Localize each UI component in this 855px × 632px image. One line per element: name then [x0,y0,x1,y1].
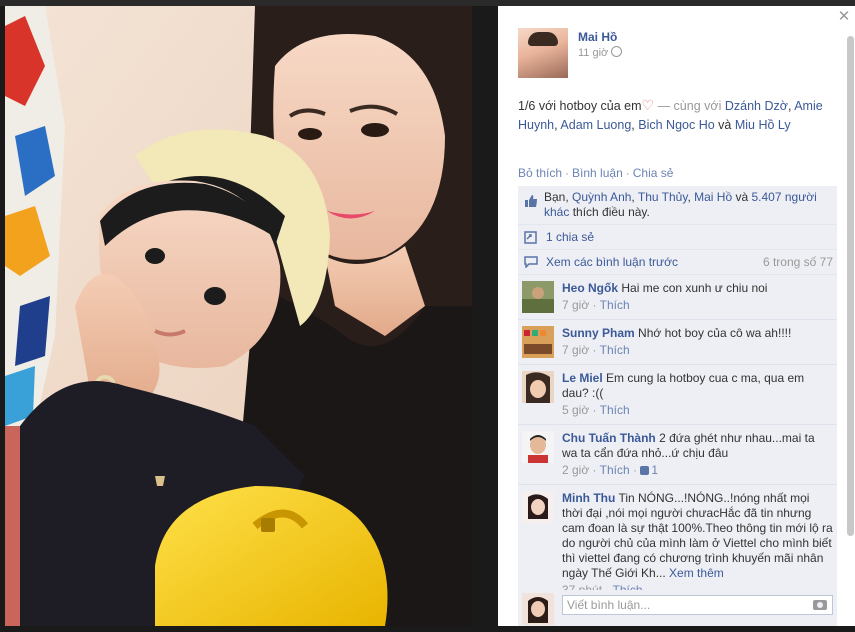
comment-like-button[interactable]: Thích [600,298,630,312]
heart-emoji-icon: ♡ [641,97,655,113]
share-button[interactable]: Chia sẻ [633,166,674,180]
post-panel: ✕ Mai Hồ 11 giờ 1/6 với hotboy của em♡ —… [498,6,855,626]
caption-with: — cùng với [654,99,725,113]
likes-summary: Bạn, Quỳnh Anh, Thu Thủy, Mai Hồ và 5.40… [518,186,837,225]
like-icon [525,195,537,207]
close-icon[interactable]: ✕ [837,9,851,24]
comment-like-button[interactable]: Thích [600,403,630,417]
post-time[interactable]: 11 giờ [578,46,623,59]
comment-input[interactable] [562,595,833,615]
comment-time[interactable]: 2 giờ [562,463,589,477]
feedback-area: Bạn, Quỳnh Anh, Thu Thủy, Mai Hồ và 5.40… [518,186,837,605]
commenter-avatar[interactable] [522,431,554,463]
comment-item: Sunny Pham Nhớ hot boy của cô wa ah!!!! … [518,320,837,365]
commenter-avatar[interactable] [522,491,554,523]
scrollbar-thumb[interactable] [847,36,854,536]
commenter-avatar[interactable] [522,371,554,403]
comment-like-count-text: 1 [651,463,659,477]
likes-text: Bạn, Quỳnh Anh, Thu Thủy, Mai Hồ và 5.40… [544,190,817,219]
commenter-name[interactable]: Chu Tuấn Thành [562,431,656,445]
photo [5,6,472,626]
comment-time[interactable]: 7 giờ [562,343,589,357]
comment-button[interactable]: Bình luận [572,166,623,180]
commenter-name[interactable]: Sunny Pham [562,326,635,340]
comment-item: Minh Thu Tin NÓNG...!NÓNG..!nóng nhất mọ… [518,485,837,605]
commenter-avatar[interactable] [522,281,554,313]
comment-item: Le Miel Em cung la hotboy cua c ma, qua … [518,365,837,425]
tag-link[interactable]: Adam Luong [560,118,631,132]
likes-suffix: thích điều này. [569,205,650,219]
post-actions: Bỏ thích · Bình luận · Chia sẻ [518,166,673,180]
author-avatar[interactable] [518,28,568,78]
comment-text: Nhớ hot boy của cô wa ah!!!! [638,326,792,340]
panel-scrollbar[interactable] [847,36,854,536]
dot-separator: · [565,166,570,180]
comment-text: Hai me con xunh ư chiu noi [621,281,768,295]
comment-like-count[interactable]: 1 [640,463,658,477]
dot-separator: · [625,166,630,180]
comment-time[interactable]: 5 giờ [562,403,589,417]
comment-time[interactable]: 7 giờ [562,298,589,312]
tag-link[interactable]: Miu Hồ Ly [735,118,791,132]
caption-text: 1/6 với hotboy của em [518,99,642,113]
commenter-name[interactable]: Minh Thu [562,491,615,505]
photo-viewer[interactable] [5,6,472,626]
comment-like-button[interactable]: Thích [600,463,630,477]
previous-comments-row[interactable]: Xem các bình luận trước 6 trong số 77 [518,250,837,275]
unlike-button[interactable]: Bỏ thích [518,166,562,180]
author-name[interactable]: Mai Hồ [578,30,617,44]
my-avatar[interactable] [522,593,554,625]
view-previous-comments-link[interactable]: Xem các bình luận trước [546,255,678,269]
comments-icon [524,256,538,268]
comments-count: 6 trong số 77 [762,255,833,269]
post-time-text[interactable]: 11 giờ [578,47,608,59]
likes-prefix: Bạn, [544,190,573,204]
commenter-name[interactable]: Le Miel [562,371,603,385]
tag-link[interactable]: Dzánh Dzờ [725,99,788,113]
comment-like-button[interactable]: Thích [600,343,630,357]
comment-item: Chu Tuấn Thành 2 đứa ghét như nhau...mai… [518,425,837,485]
comment-meta: 7 giờ · Thích [562,343,630,357]
liker-link[interactable]: Mai Hồ [694,190,732,204]
tag-link[interactable]: Bich Ngoc Ho [638,118,714,132]
write-comment-row [518,590,837,626]
comment-meta: 5 giờ · Thích [562,403,630,417]
post-caption: 1/6 với hotboy của em♡ — cùng với Dzánh … [518,96,830,135]
comment-item: Heo Ngốk Hai me con xunh ư chiu noi 7 gi… [518,275,837,320]
shares-link[interactable]: 1 chia sẻ [546,230,594,244]
and-word: và [732,190,752,204]
camera-icon[interactable] [813,600,827,610]
liker-link[interactable]: Quỳnh Anh [572,190,631,204]
and-word: và [714,118,735,132]
commenter-name[interactable]: Heo Ngốk [562,281,618,295]
share-icon [524,231,537,244]
comment-meta: 7 giờ · Thích [562,298,630,312]
liker-link[interactable]: Thu Thủy [638,190,688,204]
like-icon [640,466,650,475]
comment-meta: 2 giờ · Thích · 1 [562,463,659,477]
see-more-link[interactable]: Xem thêm [669,566,724,580]
globe-icon [611,46,623,57]
commenter-avatar[interactable] [522,326,554,358]
shares-summary[interactable]: 1 chia sẻ [518,225,837,250]
